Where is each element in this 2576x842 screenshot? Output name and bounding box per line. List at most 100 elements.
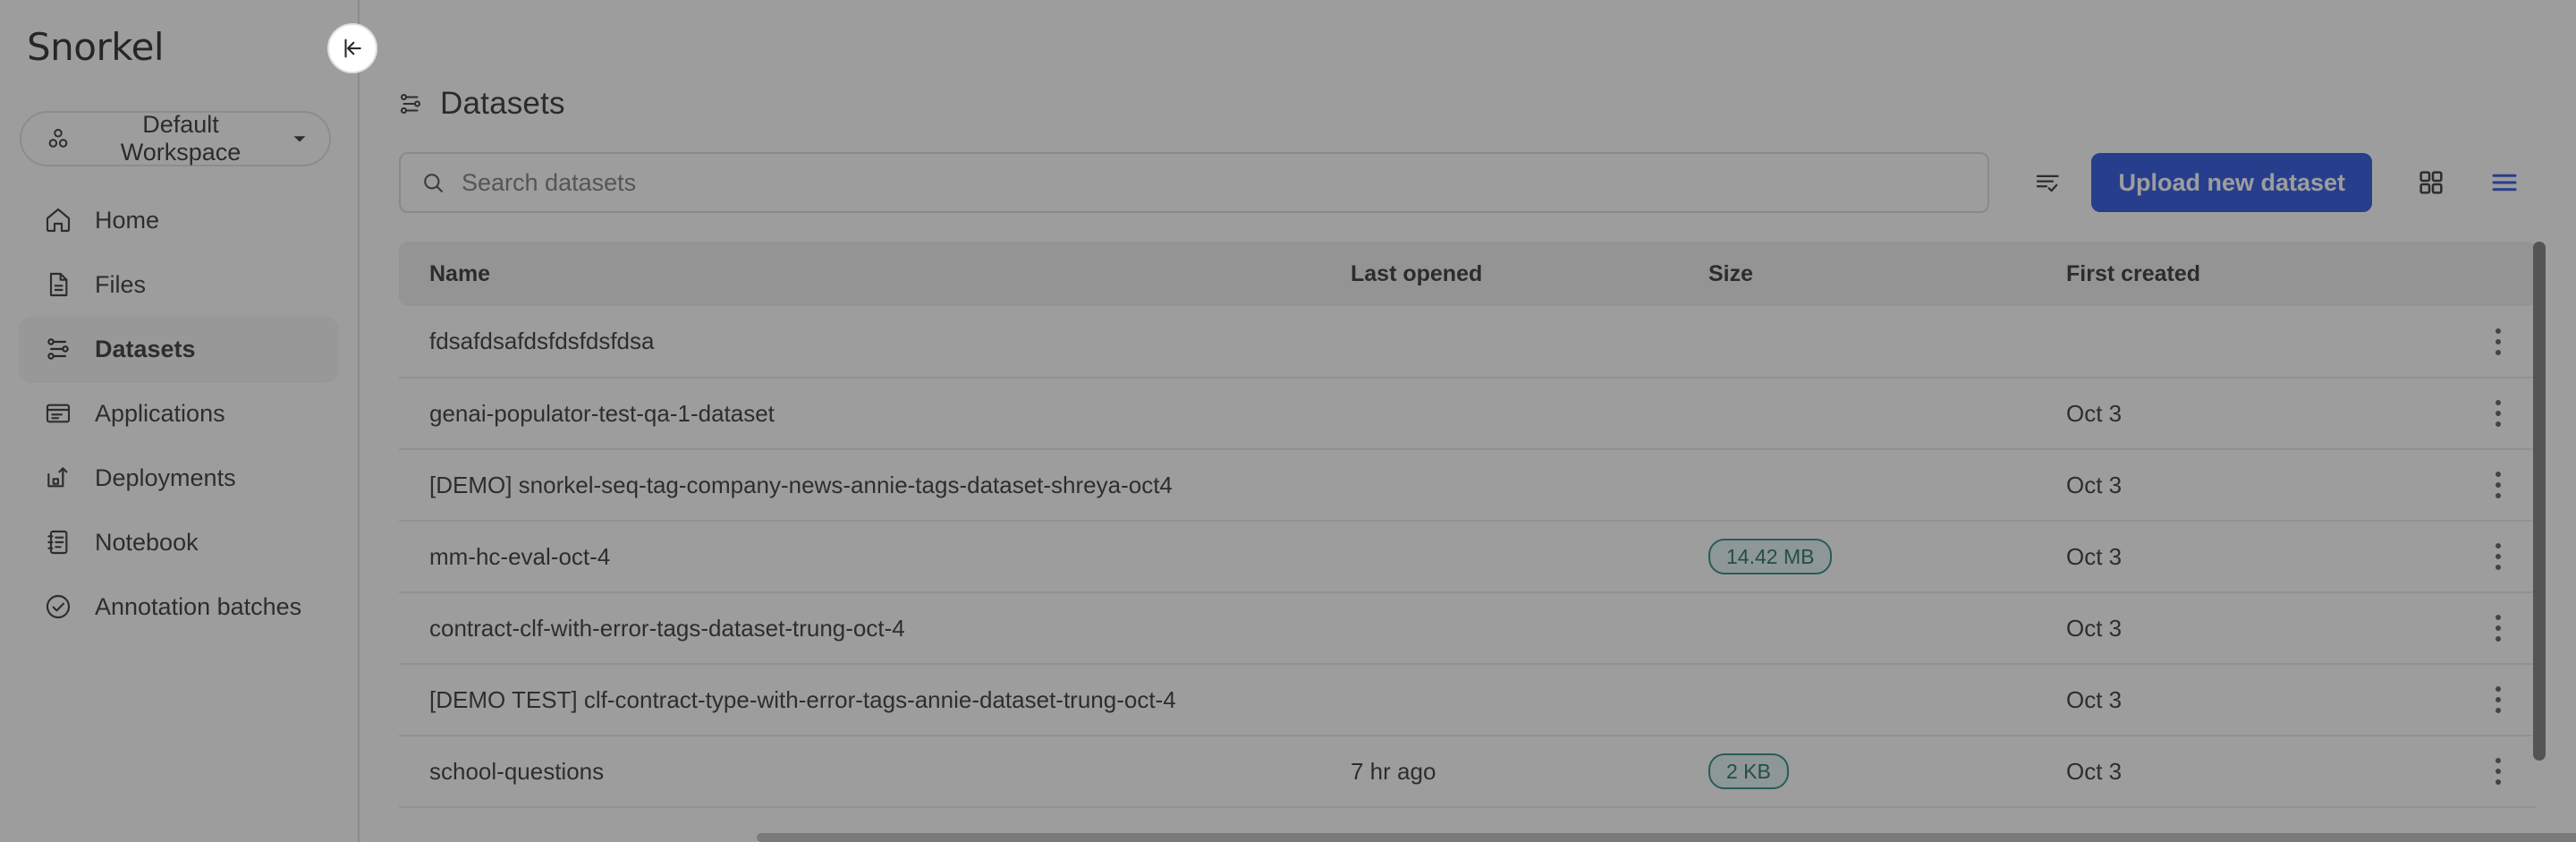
- table-vertical-scrollbar[interactable]: [2533, 242, 2546, 778]
- sidebar-item-notebook[interactable]: Notebook: [20, 510, 338, 574]
- sidebar-item-datasets[interactable]: Datasets: [20, 317, 338, 381]
- file-icon: [43, 269, 73, 300]
- cell-last-opened: [1320, 521, 1678, 593]
- cell-last-opened: 7 hr ago: [1320, 736, 1678, 808]
- main-content: Datasets Upload new data: [360, 0, 2576, 842]
- snorkel-logo: Snorkel: [27, 24, 165, 69]
- cell-first-created: Oct 3: [2036, 664, 2429, 736]
- cell-last-opened: [1320, 306, 1678, 378]
- table-row[interactable]: [DEMO TEST] clf-contract-type-with-error…: [399, 664, 2537, 736]
- sort-filter-icon: [2033, 167, 2063, 198]
- datasets-toolbar: Upload new dataset: [360, 122, 2576, 213]
- sidebar-item-label: Applications: [95, 399, 225, 427]
- sidebar-item-label: Notebook: [95, 528, 199, 556]
- cell-last-opened: [1320, 592, 1678, 665]
- table-header-row: Name Last opened Size First created: [399, 242, 2537, 306]
- check-circle-icon: [43, 591, 73, 622]
- cell-size: 14.42 MB: [1678, 521, 2036, 593]
- datasets-sliders-icon: [397, 90, 424, 117]
- cell-last-opened: [1320, 664, 1678, 736]
- page-header: Datasets: [360, 0, 2576, 122]
- sidebar-item-annotation-batches[interactable]: Annotation batches: [20, 574, 338, 639]
- workspace-label: Default Workspace: [120, 111, 242, 166]
- grid-view-icon: [2417, 168, 2445, 197]
- page-horizontal-scrollbar[interactable]: [757, 833, 2576, 842]
- sidebar-item-home[interactable]: Home: [20, 188, 338, 252]
- table-header: Name Last opened Size First created: [399, 242, 2537, 306]
- brand: Snorkel: [0, 0, 358, 93]
- cell-first-created: Oct 3: [2036, 521, 2429, 593]
- sidebar-item-files[interactable]: Files: [20, 252, 338, 317]
- deployments-upload-icon: [43, 463, 73, 493]
- column-header-name[interactable]: Name: [399, 242, 1320, 306]
- cell-dataset-name[interactable]: contract-clf-with-error-tags-dataset-tru…: [399, 592, 1320, 665]
- kebab-menu-icon[interactable]: [2479, 537, 2518, 576]
- kebab-menu-icon[interactable]: [2479, 680, 2518, 719]
- cell-dataset-name[interactable]: mm-hc-eval-oct-4: [399, 521, 1320, 593]
- collapse-sidebar-button[interactable]: [327, 23, 377, 73]
- table-row[interactable]: school-questions 7 hr ago 2 KB Oct 3: [399, 736, 2537, 808]
- table-row[interactable]: fdsafdsafdsfdsfdsfdsa: [399, 306, 2537, 378]
- cell-first-created: Oct 3: [2036, 736, 2429, 808]
- column-header-last-opened[interactable]: Last opened: [1320, 242, 1678, 306]
- sidebar-item-applications[interactable]: Applications: [20, 381, 338, 446]
- cell-actions: [2429, 736, 2537, 808]
- app-root: Snorkel Default Workspace Home Files Dat…: [0, 0, 2576, 842]
- cell-dataset-name[interactable]: genai-populator-test-qa-1-dataset: [399, 378, 1320, 450]
- chevron-down-icon: [290, 129, 309, 149]
- sidebar-item-deployments[interactable]: Deployments: [20, 446, 338, 510]
- datasets-table: Name Last opened Size First created fdsa…: [399, 242, 2537, 808]
- cell-size: [1678, 378, 2036, 450]
- sidebar: Snorkel Default Workspace Home Files Dat…: [0, 0, 377, 842]
- table-row[interactable]: contract-clf-with-error-tags-dataset-tru…: [399, 592, 2537, 665]
- kebab-menu-icon[interactable]: [2479, 608, 2518, 648]
- page-scrollbar-thumb[interactable]: [757, 833, 2576, 842]
- cell-size: [1678, 449, 2036, 522]
- kebab-menu-icon[interactable]: [2479, 322, 2518, 361]
- cell-actions: [2429, 592, 2537, 665]
- cell-dataset-name[interactable]: fdsafdsafdsfdsfdsfdsa: [399, 306, 1320, 378]
- cell-actions: [2429, 664, 2537, 736]
- sidebar-item-label: Files: [95, 270, 147, 298]
- search-icon: [420, 170, 445, 195]
- cell-actions: [2429, 449, 2537, 522]
- cell-size: [1678, 592, 2036, 665]
- sidebar-item-label: Deployments: [95, 464, 236, 491]
- column-header-size[interactable]: Size: [1678, 242, 2036, 306]
- upload-new-dataset-button[interactable]: Upload new dataset: [2091, 153, 2372, 212]
- search-box[interactable]: [399, 152, 1990, 213]
- cell-dataset-name[interactable]: [DEMO] snorkel-seq-tag-company-news-anni…: [399, 449, 1320, 522]
- list-view-button[interactable]: [2476, 154, 2533, 211]
- cell-last-opened: [1320, 378, 1678, 450]
- kebab-menu-icon[interactable]: [2479, 394, 2518, 433]
- cell-dataset-name[interactable]: [DEMO TEST] clf-contract-type-with-error…: [399, 664, 1320, 736]
- sidebar-item-label: Home: [95, 206, 160, 234]
- sort-filter-button[interactable]: [2020, 154, 2077, 211]
- kebab-menu-icon[interactable]: [2479, 465, 2518, 505]
- table-scrollbar-thumb[interactable]: [2533, 242, 2546, 761]
- workspace-switcher[interactable]: Default Workspace: [20, 111, 331, 166]
- home-icon: [43, 205, 73, 235]
- kebab-menu-icon[interactable]: [2479, 752, 2518, 791]
- table-row[interactable]: [DEMO] snorkel-seq-tag-company-news-anni…: [399, 449, 2537, 522]
- cell-size: 2 KB: [1678, 736, 2036, 808]
- column-header-first-created[interactable]: First created: [2036, 242, 2429, 306]
- cell-actions: [2429, 378, 2537, 450]
- cell-dataset-name[interactable]: school-questions: [399, 736, 1320, 808]
- sidebar-nav: Home Files Datasets Applications Deploym…: [0, 188, 358, 639]
- grid-view-button[interactable]: [2402, 154, 2460, 211]
- table-row[interactable]: mm-hc-eval-oct-4 14.42 MB Oct 3: [399, 521, 2537, 593]
- cell-first-created: Oct 3: [2036, 449, 2429, 522]
- size-badge: 2 KB: [1708, 753, 1789, 790]
- page-title: Datasets: [440, 86, 565, 121]
- search-input[interactable]: [462, 168, 1969, 197]
- datasets-sliders-icon: [43, 334, 73, 364]
- size-badge: 14.42 MB: [1708, 538, 1833, 575]
- table-row[interactable]: genai-populator-test-qa-1-dataset Oct 3: [399, 378, 2537, 450]
- cell-size: [1678, 306, 2036, 378]
- view-toggle-group: [2402, 154, 2533, 211]
- notebook-icon: [43, 527, 73, 557]
- workspace-icon: [45, 125, 72, 152]
- cell-last-opened: [1320, 449, 1678, 522]
- cell-first-created: [2036, 306, 2429, 378]
